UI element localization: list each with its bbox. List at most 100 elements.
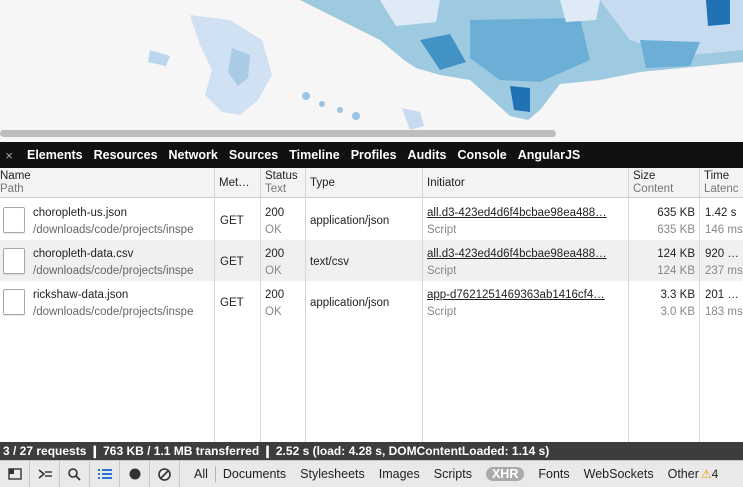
column-header-type[interactable]: Type <box>310 177 335 190</box>
request-status-text: OK <box>265 306 282 318</box>
column-header-initiator[interactable]: Initiator <box>427 177 465 190</box>
request-content-size: 3.0 KB <box>660 306 695 318</box>
request-time: 1.42 s <box>705 207 737 219</box>
request-name[interactable]: choropleth-data.csv <box>33 247 211 261</box>
table-row[interactable]: choropleth-data.csv /downloads/code/proj… <box>0 240 743 281</box>
column-divider[interactable] <box>305 168 306 442</box>
warning-icon[interactable]: ⚠ <box>701 467 712 481</box>
file-icon <box>3 248 25 274</box>
request-initiator-type: Script <box>427 265 457 277</box>
time-header-label: Time <box>704 170 730 182</box>
request-latency: 237 ms <box>705 265 743 277</box>
column-divider[interactable] <box>422 168 423 442</box>
devtools-toolbar: × Elements Resources Network Sources Tim… <box>0 142 743 168</box>
map-region <box>706 0 730 26</box>
tab-audits[interactable]: Audits <box>408 148 447 162</box>
request-content-size: 124 KB <box>657 265 695 277</box>
filter-documents[interactable]: Documents <box>223 467 286 481</box>
request-status-text: OK <box>265 265 282 277</box>
console-drawer-icon[interactable] <box>30 461 60 487</box>
request-path: /downloads/code/projects/inspe <box>33 306 194 318</box>
request-status: 200 <box>265 289 285 301</box>
tab-elements[interactable]: Elements <box>27 148 83 162</box>
request-size: 124 KB <box>657 248 695 260</box>
column-divider[interactable] <box>699 168 700 442</box>
path-header-label: Path <box>0 183 24 195</box>
column-header-size[interactable]: Size Content <box>633 170 673 196</box>
column-divider[interactable] <box>260 168 261 442</box>
map-horizontal-scrollbar[interactable] <box>0 128 743 140</box>
request-type: text/csv <box>310 256 349 268</box>
tab-timeline[interactable]: Timeline <box>289 148 339 162</box>
tab-network[interactable]: Network <box>169 148 218 162</box>
filter-stylesheets[interactable]: Stylesheets <box>300 467 365 481</box>
column-header-time[interactable]: Time Latenc <box>704 170 739 196</box>
request-initiator-link[interactable]: app-d7621251469363ab1416cf4… <box>427 288 624 302</box>
map-region <box>560 0 600 22</box>
tab-sources[interactable]: Sources <box>229 148 278 162</box>
request-content-size: 635 KB <box>657 224 695 236</box>
map-island <box>319 101 325 107</box>
request-name[interactable]: choropleth-us.json <box>33 206 211 220</box>
request-time: 920 … <box>705 248 739 260</box>
table-row[interactable]: choropleth-us.json /downloads/code/proje… <box>0 199 743 240</box>
filter-websockets[interactable]: WebSockets <box>584 467 654 481</box>
tab-angularjs[interactable]: AngularJS <box>518 148 581 162</box>
request-status-text: OK <box>265 224 282 236</box>
column-header-status[interactable]: Status Text <box>265 170 298 196</box>
latency-header-label: Latenc <box>704 183 739 195</box>
column-divider[interactable] <box>628 168 629 442</box>
filter-other[interactable]: Other <box>668 467 699 481</box>
filter-xhr[interactable]: XHR <box>485 467 525 481</box>
status-header-label: Status <box>265 170 298 182</box>
request-initiator-type: Script <box>427 224 457 236</box>
filter-all[interactable]: All <box>194 467 208 481</box>
map-island <box>402 108 424 130</box>
request-path: /downloads/code/projects/inspe <box>33 224 194 236</box>
request-method: GET <box>220 256 244 268</box>
map-island <box>337 107 343 113</box>
request-type: application/json <box>310 297 390 309</box>
request-method: GET <box>220 297 244 309</box>
request-latency: 183 ms <box>705 306 743 318</box>
filter-scripts[interactable]: Scripts <box>434 467 472 481</box>
request-initiator-type: Script <box>427 306 457 318</box>
name-header-label: Name <box>0 170 31 182</box>
request-path: /downloads/code/projects/inspe <box>33 265 194 277</box>
map-svg <box>148 0 743 130</box>
network-bottom-toolbar: All Documents Stylesheets Images Scripts… <box>0 460 743 487</box>
record-icon[interactable] <box>120 461 150 487</box>
request-time: 201 … <box>705 289 739 301</box>
filter-images[interactable]: Images <box>379 467 420 481</box>
map-island <box>148 50 170 66</box>
size-header-label: Size <box>633 170 656 182</box>
list-view-icon[interactable] <box>90 461 120 487</box>
request-method: GET <box>220 215 244 227</box>
table-row[interactable]: rickshaw-data.json /downloads/code/proje… <box>0 281 743 322</box>
request-name[interactable]: rickshaw-data.json <box>33 288 211 302</box>
request-size: 635 KB <box>657 207 695 219</box>
request-latency: 146 ms <box>705 224 743 236</box>
tab-console[interactable]: Console <box>457 148 506 162</box>
request-initiator-link[interactable]: all.d3-423ed4d6f4bcbae98ea488… <box>427 247 624 261</box>
column-divider[interactable] <box>214 168 215 442</box>
file-icon <box>3 207 25 233</box>
dock-icon[interactable] <box>0 461 30 487</box>
search-icon[interactable] <box>60 461 90 487</box>
map-island <box>352 112 360 120</box>
request-size: 3.3 KB <box>660 289 695 301</box>
table-empty-area <box>0 320 743 442</box>
column-header-name[interactable]: Name Path <box>0 170 31 196</box>
choropleth-map <box>0 0 743 142</box>
warning-count[interactable]: 4 <box>712 467 719 481</box>
tab-profiles[interactable]: Profiles <box>351 148 397 162</box>
column-header-method[interactable]: Met… <box>219 177 250 190</box>
close-devtools-icon[interactable]: × <box>2 148 16 163</box>
clear-icon[interactable] <box>150 461 180 487</box>
scrollbar-thumb[interactable] <box>0 130 556 137</box>
request-initiator-link[interactable]: all.d3-423ed4d6f4bcbae98ea488… <box>427 206 624 220</box>
tab-resources[interactable]: Resources <box>94 148 158 162</box>
request-status: 200 <box>265 248 285 260</box>
map-island <box>302 92 310 100</box>
filter-fonts[interactable]: Fonts <box>538 467 569 481</box>
